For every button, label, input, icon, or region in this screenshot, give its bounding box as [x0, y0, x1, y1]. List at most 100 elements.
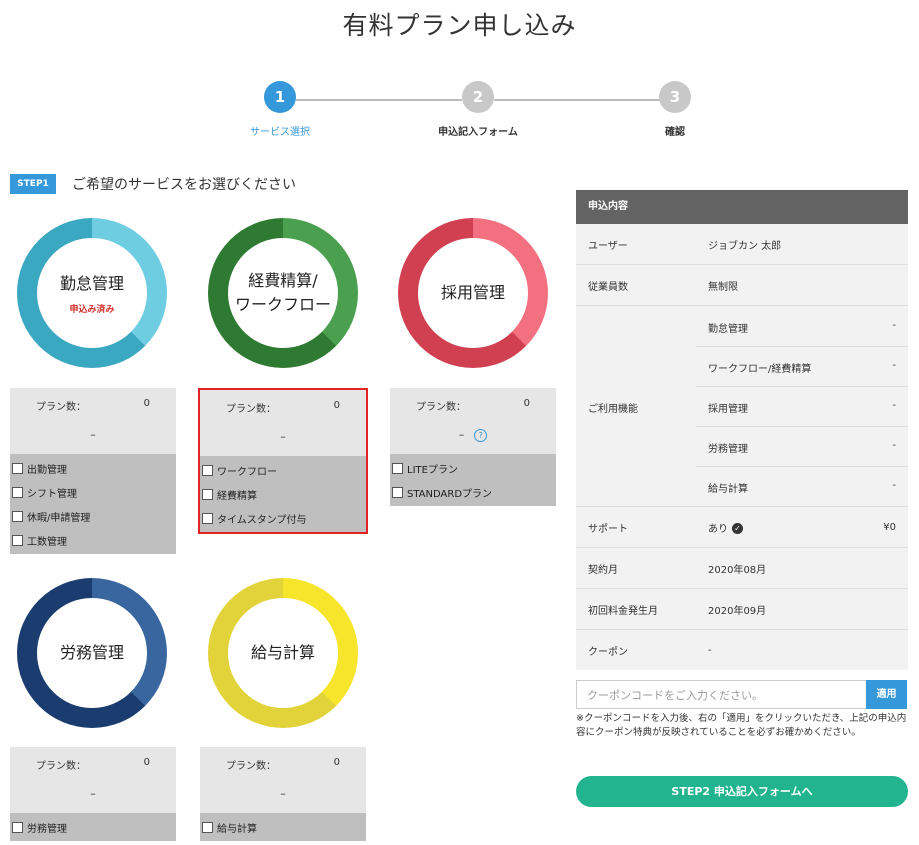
support-value: あり — [708, 523, 728, 535]
plan-price-row: –? — [390, 428, 556, 442]
service-ring-labor[interactable]: 労務管理 — [17, 578, 167, 728]
ring-center: 勤怠管理 申込み済み — [37, 238, 147, 348]
order-summary: 申込内容 ユーザー ジョブカン 太郎 従業員数 無制限 ご利用機能 勤怠管理 - … — [576, 190, 908, 670]
feature-value: - — [892, 400, 896, 411]
coupon-input[interactable]: クーポンコードをご入力ください。 — [576, 680, 866, 709]
plan-options: 給与計算 — [200, 813, 366, 841]
applied-status: 申込み済み — [69, 304, 115, 315]
step-1-circle: 1 — [264, 81, 296, 113]
plan-count-value: 0 — [523, 398, 530, 409]
check-circle-icon: ✓ — [732, 523, 743, 534]
summary-row-first-fee: 初回料金発生月 2020年09月 — [576, 589, 908, 630]
plan-option-label: LITEプラン — [407, 464, 458, 476]
plan-options: LITEプラン STANDARDプラン — [390, 454, 556, 506]
checkbox[interactable] — [12, 534, 23, 546]
plan-summary: プラン数： 0 – — [200, 390, 366, 456]
plan-option-label: ワークフロー — [217, 466, 277, 478]
service-name-line2: ワークフロー — [234, 295, 331, 314]
service-ring-payroll[interactable]: 給与計算 — [208, 578, 358, 728]
summary-value: ジョブカン 太郎 — [708, 240, 782, 252]
plan-option[interactable]: シフト管理 — [10, 480, 176, 504]
checkbox[interactable] — [12, 462, 23, 474]
checkbox[interactable] — [202, 821, 213, 833]
plan-option-label: 経費精算 — [217, 490, 257, 502]
stepper-line — [494, 99, 660, 101]
checkbox[interactable] — [202, 512, 213, 524]
checkbox[interactable] — [12, 486, 23, 498]
plan-count-label: プラン数： — [36, 402, 86, 413]
summary-key: クーポン — [588, 646, 628, 658]
plan-summary: プラン数： 0 –? — [390, 388, 556, 454]
plan-box-labor: プラン数： 0 – 労務管理 — [10, 747, 176, 841]
summary-key: ユーザー — [588, 240, 628, 252]
service-name: 勤怠管理 — [59, 273, 124, 293]
plan-box-recruitment: プラン数： 0 –? LITEプラン STANDARDプラン — [390, 388, 556, 506]
plan-option[interactable]: 工数管理 — [10, 528, 176, 552]
checkbox[interactable] — [392, 486, 403, 498]
step-1-label: サービス選択 — [250, 127, 310, 138]
plan-box-expense-workflow: プラン数： 0 – ワークフロー 経費精算 タイムスタンプ付与 — [198, 388, 368, 534]
plan-option[interactable]: タイムスタンプ付与 — [200, 506, 366, 530]
plan-option[interactable]: ワークフロー — [200, 458, 366, 482]
feature-row: 労務管理 - — [696, 426, 908, 467]
help-icon[interactable]: ? — [474, 428, 488, 442]
plan-option[interactable]: 経費精算 — [200, 482, 366, 506]
plan-count-label: プラン数： — [36, 761, 86, 772]
apply-coupon-button[interactable]: 適用 — [866, 680, 907, 709]
plan-summary: プラン数： 0 – — [10, 747, 176, 813]
plan-option-label: タイムスタンプ付与 — [217, 514, 307, 526]
plan-option-label: 出勤管理 — [27, 464, 67, 476]
plan-option-label: STANDARDプラン — [407, 488, 493, 500]
summary-value: あり ✓ — [708, 520, 743, 535]
plan-options: 出勤管理 シフト管理 休暇/申請管理 工数管理 — [10, 454, 176, 554]
feature-value: - — [892, 480, 896, 491]
summary-key: 契約月 — [588, 564, 618, 576]
summary-row-support: サポート あり ✓ ¥0 — [576, 507, 908, 548]
support-price: ¥0 — [883, 521, 896, 533]
next-step-button[interactable]: STEP2 申込記入フォームへ — [576, 776, 908, 807]
summary-key: ご利用機能 — [588, 404, 638, 415]
feature-name: ワークフロー/経費精算 — [708, 364, 812, 375]
checkbox[interactable] — [392, 462, 403, 474]
ring-center: 労務管理 — [37, 598, 147, 708]
plan-option-label: 工数管理 — [27, 536, 67, 548]
checkbox[interactable] — [12, 510, 23, 522]
checkbox[interactable] — [202, 488, 213, 500]
plan-price: – — [458, 428, 465, 441]
summary-key: 初回料金発生月 — [588, 605, 658, 617]
summary-value: 無制限 — [708, 281, 738, 293]
checkbox[interactable] — [12, 821, 23, 833]
summary-row-user: ユーザー ジョブカン 太郎 — [576, 224, 908, 265]
service-name: 給与計算 — [250, 643, 315, 662]
plan-price: – — [280, 430, 286, 443]
feature-name: 採用管理 — [708, 404, 748, 415]
service-ring-expense-workflow[interactable]: 経費精算/ ワークフロー — [208, 218, 358, 368]
plan-option[interactable]: LITEプラン — [390, 456, 556, 480]
summary-key: サポート — [588, 523, 628, 535]
summary-row-employees: 従業員数 無制限 — [576, 265, 908, 306]
summary-features: ご利用機能 勤怠管理 - ワークフロー/経費精算 - 採用管理 - 労務管理 - 給与計… — [576, 306, 908, 507]
plan-option[interactable]: 出勤管理 — [10, 456, 176, 480]
summary-row-coupon: クーポン - — [576, 630, 908, 670]
feature-name: 給与計算 — [708, 484, 748, 495]
plan-count-value: 0 — [333, 757, 340, 768]
feature-name: 労務管理 — [708, 444, 748, 455]
plan-summary: プラン数： 0 – — [10, 388, 176, 454]
feature-row: ワークフロー/経費精算 - — [696, 346, 908, 387]
feature-row: 採用管理 - — [696, 386, 908, 427]
checkbox[interactable] — [202, 464, 213, 476]
feature-value: - — [892, 320, 896, 331]
service-ring-recruitment[interactable]: 採用管理 — [398, 218, 548, 368]
service-ring-attendance[interactable]: 勤怠管理 申込み済み — [17, 218, 167, 368]
plan-count-value: 0 — [143, 757, 150, 768]
plan-count-label: プラン数： — [226, 404, 276, 415]
stepper-line — [296, 99, 462, 101]
plan-option[interactable]: STANDARDプラン — [390, 480, 556, 504]
plan-count-value: 0 — [333, 400, 340, 411]
ring-center: 給与計算 — [228, 598, 338, 708]
ring-center: 経費精算/ ワークフロー — [228, 238, 338, 348]
plan-option[interactable]: 労務管理 — [10, 815, 176, 839]
plan-option[interactable]: 休暇/申請管理 — [10, 504, 176, 528]
plan-options: ワークフロー 経費精算 タイムスタンプ付与 — [200, 456, 366, 532]
plan-option[interactable]: 給与計算 — [200, 815, 366, 839]
